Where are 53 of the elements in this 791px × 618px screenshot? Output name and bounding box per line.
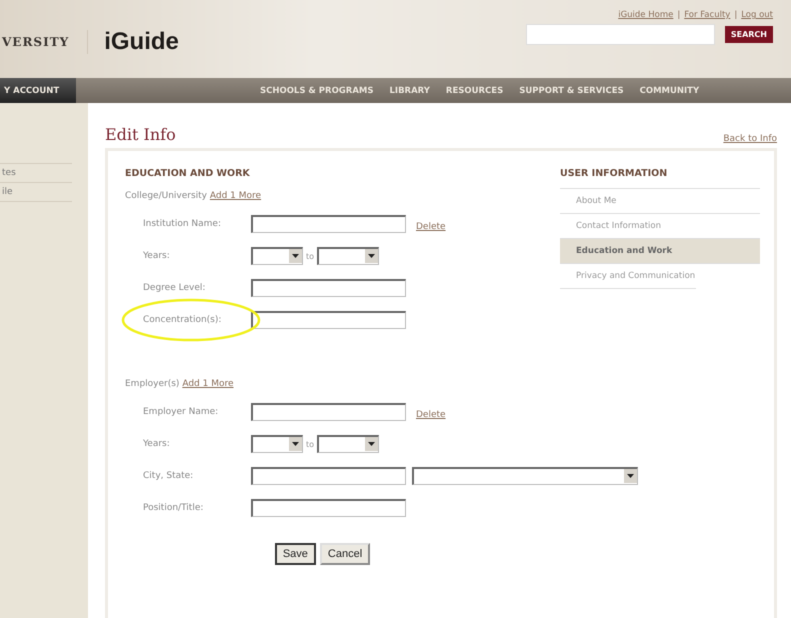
section-heading: EDUCATION AND WORK <box>125 168 251 179</box>
dropdown[interactable] <box>251 247 303 265</box>
group-label: Employer(s) <box>125 379 180 389</box>
group-label: College/University <box>125 191 208 201</box>
add-more-link[interactable]: Add 1 More <box>210 191 262 201</box>
nav-item[interactable]: SCHOOLS & PROGRAMS <box>252 78 382 103</box>
nav-item[interactable]: COMMUNITY <box>632 78 708 103</box>
dropdown[interactable] <box>317 247 380 265</box>
link-separator: | <box>677 10 680 20</box>
back-link[interactable]: Back to Info <box>723 134 777 144</box>
brand-logo: iGuide <box>104 28 179 56</box>
top-link[interactable]: Log out <box>741 10 773 20</box>
text-field[interactable] <box>251 467 406 485</box>
nav-item[interactable]: Y ACCOUNT <box>0 78 76 103</box>
field-label: Position/Title: <box>143 503 204 513</box>
nav-item[interactable]: SUPPORT & SERVICES <box>511 78 632 103</box>
to-label: to <box>306 440 314 448</box>
field-label: Concentration(s): <box>143 315 222 325</box>
field-label: Employer Name: <box>143 407 220 417</box>
link-separator: | <box>734 10 738 20</box>
page-title: Edit Info <box>105 125 176 144</box>
user-info-item[interactable]: About Me <box>560 189 760 214</box>
user-info-item[interactable]: Privacy and Communication <box>560 264 696 289</box>
nav-item[interactable]: LIBRARY <box>381 78 438 103</box>
text-field[interactable] <box>251 403 406 421</box>
text-field[interactable] <box>251 215 406 233</box>
text-field[interactable] <box>251 279 406 297</box>
cancel-button[interactable]: Cancel <box>320 543 370 565</box>
field-label: Degree Level: <box>143 283 206 293</box>
field-label: Years: <box>143 251 171 261</box>
user-info-item[interactable]: Education and Work <box>560 239 760 264</box>
dropdown[interactable] <box>317 435 380 453</box>
sidebar-item[interactable]: tes <box>0 164 72 183</box>
top-link[interactable]: iGuide Home <box>618 10 674 20</box>
save-button[interactable]: Save <box>274 543 316 565</box>
dropdown[interactable] <box>412 467 638 485</box>
text-field[interactable] <box>251 311 406 329</box>
dropdown[interactable] <box>251 435 303 453</box>
field-label: Institution Name: <box>143 219 222 229</box>
user-info-heading: USER INFORMATION <box>560 168 760 189</box>
search-field[interactable] <box>526 24 715 45</box>
to-label: to <box>306 252 314 260</box>
text-field[interactable] <box>251 499 406 517</box>
delete-link[interactable]: Delete <box>416 410 446 420</box>
field-label: City, State: <box>143 471 194 481</box>
top-link[interactable]: For Faculty <box>684 10 730 20</box>
field-label: Years: <box>143 439 171 449</box>
sidebar-item[interactable]: ile <box>0 183 72 202</box>
logo-text: VERSITY <box>0 30 88 54</box>
delete-link[interactable]: Delete <box>416 222 446 232</box>
search-button[interactable]: SEARCH <box>724 26 773 43</box>
add-more-link[interactable]: Add 1 More <box>182 379 234 389</box>
nav-item[interactable]: RESOURCES <box>438 78 512 103</box>
